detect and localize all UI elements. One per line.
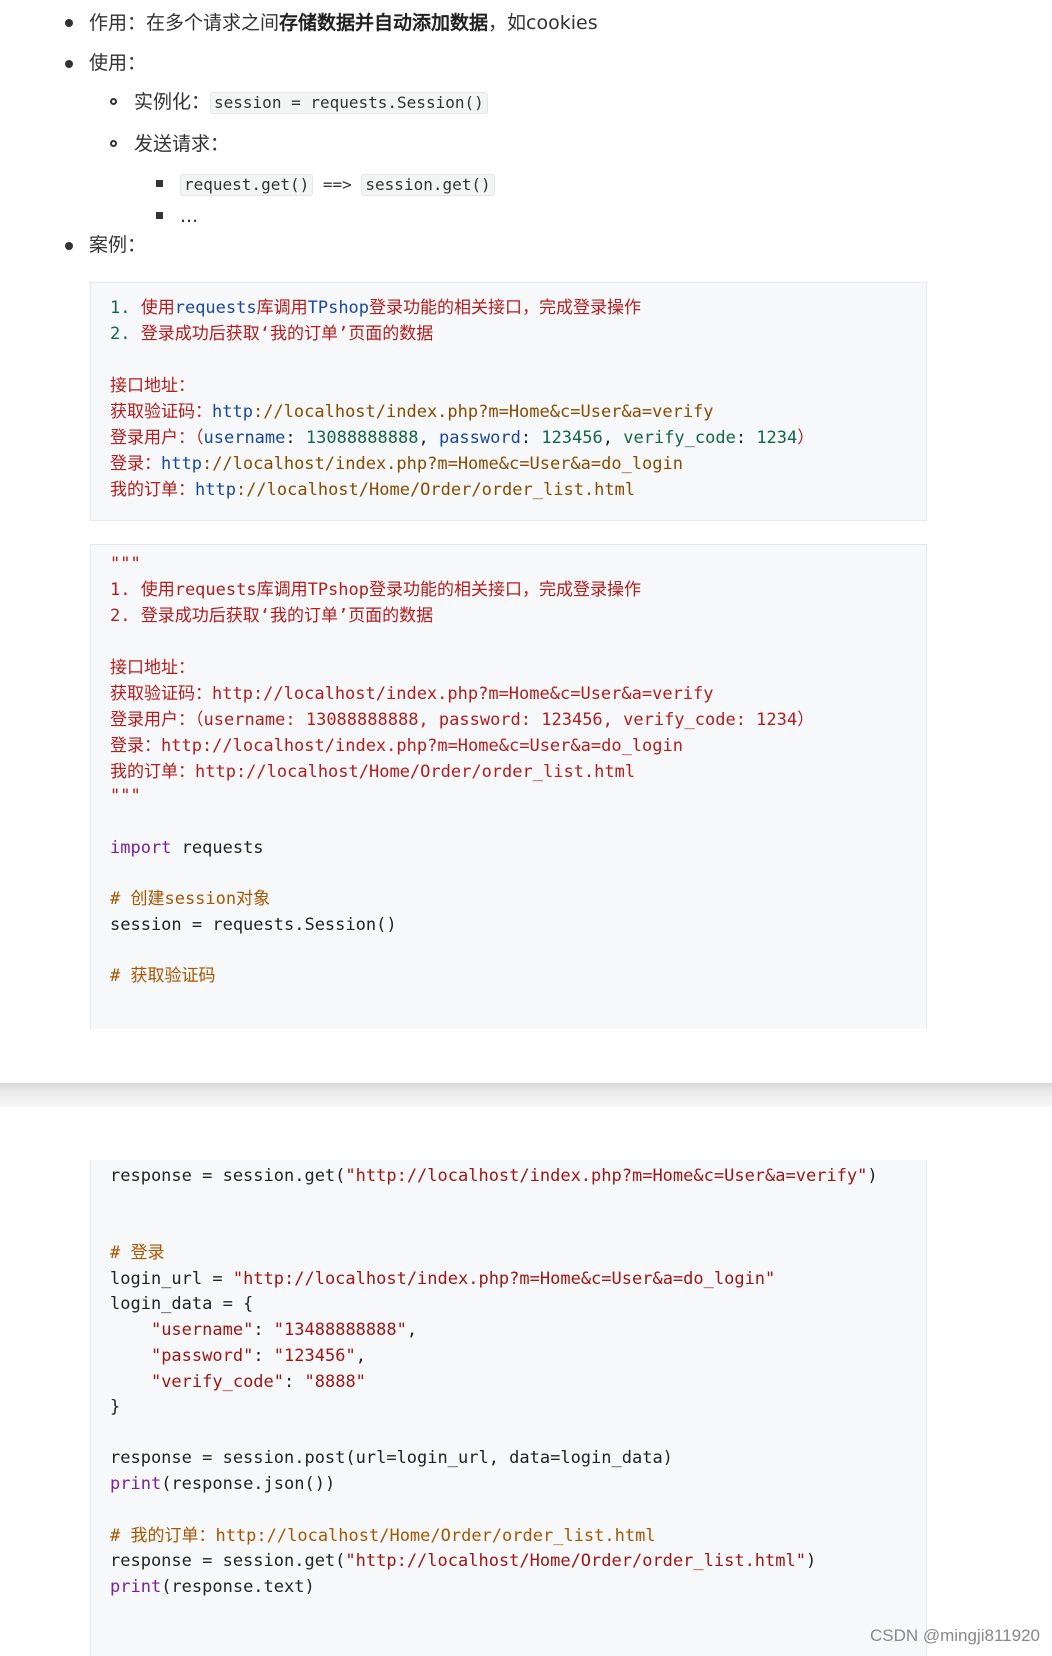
code-line: 2. 登录成功后获取‘我的订单’页面的数据 (110, 324, 434, 344)
code-line: "username": "13488888888", (150, 1320, 418, 1340)
code-line: 获取验证码：http://localhost/index.php?m=Home&… (110, 684, 714, 704)
bullet (65, 60, 73, 68)
page-divider (0, 1083, 1052, 1107)
code-line: 登录用户：（username: 13088888888, password: 1… (110, 710, 815, 730)
code-line: 我的订单：http://localhost/Home/Order/order_l… (110, 480, 636, 500)
bullet (110, 98, 117, 105)
code-line: "password": "123456", (150, 1346, 366, 1366)
code-line: response = session.get("http://localhost… (110, 1551, 817, 1571)
code-line: 登录用户：（username: 13088888888, password: 1… (110, 428, 815, 448)
code-comment: # 登录 (110, 1243, 165, 1263)
bullet (65, 242, 73, 250)
code-line: 1. 使用requests库调用TPshop登录功能的相关接口，完成登录操作 (110, 580, 641, 600)
code-line: 登录：http://localhost/index.php?m=Home&c=U… (110, 736, 683, 756)
inline-code: session.get() (361, 174, 495, 196)
code-line: 获取验证码：http://localhost/index.php?m=Home&… (110, 402, 714, 422)
code-block-requirements: 1. 使用requests库调用TPshop登录功能的相关接口，完成登录操作 2… (90, 282, 927, 521)
code-line: 1. 使用requests库调用TPshop登录功能的相关接口，完成登录操作 (110, 298, 642, 318)
bullet (65, 19, 73, 27)
bullet (156, 212, 163, 219)
code-line: print(response.text) (110, 1577, 315, 1597)
code-line: 接口地址： (110, 376, 195, 396)
inline-code: request.get() (180, 174, 314, 196)
bullet (156, 180, 163, 187)
code-line: session = requests.Session() (110, 915, 397, 935)
code-block-python-part1: """ 1. 使用requests库调用TPshop登录功能的相关接口，完成登录… (90, 544, 927, 1029)
code-line: 我的订单：http://localhost/Home/Order/order_l… (110, 762, 636, 782)
code-block-python-part2: response = session.get("http://localhost… (90, 1160, 927, 1656)
code-comment: # 我的订单：http://localhost/Home/Order/order… (110, 1526, 656, 1546)
code-line: login_url = "http://localhost/index.php?… (110, 1269, 776, 1289)
code-line: response = session.post(url=login_url, d… (110, 1448, 673, 1468)
list-item-example: 案例： (89, 234, 147, 256)
code-line: """ (110, 554, 141, 574)
watermark: CSDN @mingji811920 (869, 1626, 1040, 1645)
sub-item-send-request: 发送请求： (134, 133, 230, 155)
code-line: """ (110, 786, 141, 806)
code-line: "verify_code": "8888" (150, 1372, 366, 1392)
code-line: print(response.json()) (110, 1474, 336, 1494)
bullet (110, 140, 117, 147)
code-line: import requests (110, 838, 264, 858)
subsub-item-get: request.get() ==> session.get() (180, 172, 495, 197)
bold-text: 存储数据并自动添加数据 (279, 12, 489, 34)
code-comment: # 获取验证码 (110, 966, 216, 986)
code-line: login_data = { (110, 1294, 254, 1314)
subsub-item-ellipsis: ... (180, 205, 199, 227)
list-item-usage: 使用： (89, 52, 147, 74)
code-line: 登录：http://localhost/index.php?m=Home&c=U… (110, 454, 683, 474)
code-comment: # 创建session对象 (110, 889, 271, 909)
inline-code: session = requests.Session() (210, 92, 488, 114)
code-line: response = session.get("http://localhost… (110, 1166, 878, 1186)
list-item-purpose: 作用：在多个请求之间存储数据并自动添加数据，如cookies (89, 12, 598, 34)
code-line: 接口地址： (110, 658, 195, 678)
code-line: } (110, 1397, 121, 1417)
code-line: 2. 登录成功后获取‘我的订单’页面的数据 (110, 606, 434, 626)
sub-item-instantiate: 实例化： session = requests.Session() (134, 90, 488, 114)
